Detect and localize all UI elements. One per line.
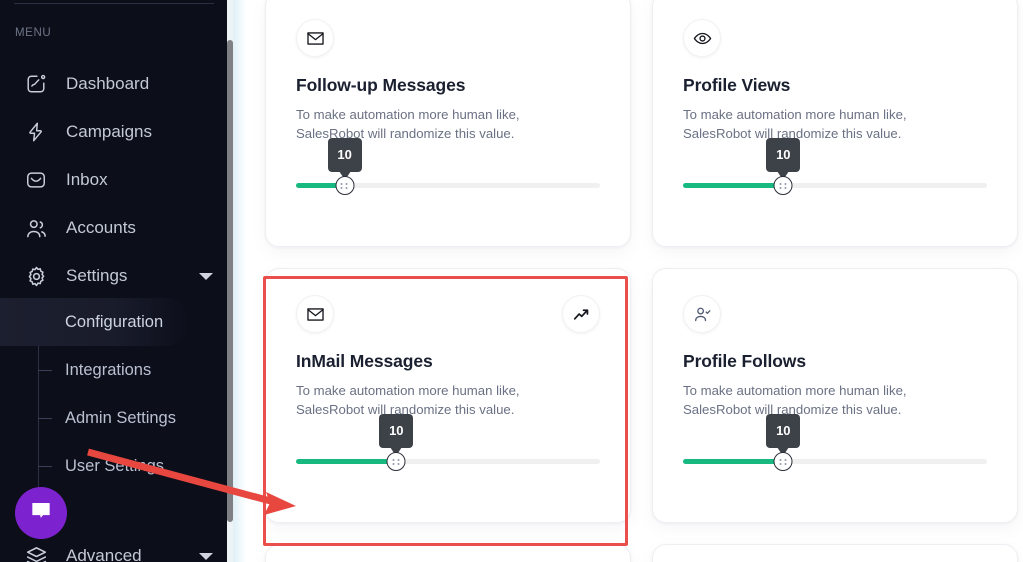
card-title: Profile Follows bbox=[683, 351, 806, 371]
chat-widget-button[interactable] bbox=[15, 487, 67, 539]
layers-icon bbox=[23, 545, 49, 562]
slider-value-bubble: 10 bbox=[379, 414, 414, 456]
sidebar: MENU Dashboard Campaigns Inbox Accounts … bbox=[0, 0, 227, 562]
users-icon bbox=[23, 215, 49, 241]
randomize-slider[interactable]: 10 bbox=[296, 114, 600, 204]
sidebar-item-campaigns[interactable]: Campaigns bbox=[0, 108, 227, 156]
slider-thumb[interactable] bbox=[773, 452, 793, 471]
sidebar-submenu-settings: Configuration Integrations Admin Setting… bbox=[0, 298, 227, 496]
slider-track[interactable] bbox=[683, 459, 987, 464]
slider-thumb[interactable] bbox=[386, 452, 406, 471]
slider-value: 10 bbox=[389, 423, 404, 438]
card-follow-up-messages[interactable]: Follow-up Messages To make automation mo… bbox=[265, 0, 631, 247]
app-window: MENU Dashboard Campaigns Inbox Accounts … bbox=[0, 0, 1023, 562]
card-inmail-messages[interactable]: InMail Messages To make automation more … bbox=[265, 268, 631, 523]
sidebar-item-configuration[interactable]: Configuration bbox=[0, 298, 190, 346]
sidebar-item-label: Accounts bbox=[66, 218, 136, 237]
sidebar-divider bbox=[14, 3, 214, 4]
chevron-down-icon[interactable] bbox=[199, 273, 213, 280]
trending-up-icon[interactable] bbox=[562, 295, 600, 333]
content-gutter bbox=[233, 0, 246, 562]
envelope-icon bbox=[296, 295, 334, 333]
chevron-down-icon[interactable] bbox=[199, 553, 213, 560]
sidebar-item-label: Settings bbox=[66, 266, 128, 285]
card-next-row-right[interactable] bbox=[652, 544, 1018, 562]
submenu-dash-icon bbox=[38, 466, 52, 467]
grip-icon bbox=[340, 182, 349, 189]
sidebar-item-integrations[interactable]: Integrations bbox=[0, 346, 227, 394]
bolt-icon bbox=[23, 119, 49, 145]
sidebar-nav-list: Dashboard Campaigns Inbox Accounts Setti… bbox=[0, 60, 227, 300]
user-check-icon bbox=[683, 295, 721, 333]
sidebar-item-inbox[interactable]: Inbox bbox=[0, 156, 227, 204]
grip-icon bbox=[392, 458, 400, 465]
chat-bubble-icon bbox=[28, 498, 54, 529]
slider-thumb[interactable] bbox=[335, 176, 355, 195]
slider-value-bubble: 10 bbox=[327, 138, 362, 180]
envelope-icon bbox=[296, 19, 334, 57]
dashboard-icon bbox=[23, 71, 49, 97]
randomize-slider[interactable]: 10 bbox=[683, 390, 987, 480]
sidebar-item-label: Dashboard bbox=[66, 74, 150, 93]
sidebar-item-admin-settings[interactable]: Admin Settings bbox=[0, 394, 227, 442]
slider-value: 10 bbox=[776, 423, 791, 438]
card-next-row-left[interactable] bbox=[265, 544, 631, 562]
slider-track[interactable] bbox=[683, 183, 987, 188]
sidebar-section-label: MENU bbox=[15, 27, 52, 39]
sidebar-item-label: Advanced bbox=[66, 546, 142, 562]
main-content: Follow-up Messages To make automation mo… bbox=[246, 0, 1023, 562]
scrollbar-thumb[interactable] bbox=[227, 40, 233, 522]
inbox-icon bbox=[23, 167, 49, 193]
randomize-slider[interactable]: 10 bbox=[683, 114, 987, 204]
grip-icon bbox=[779, 182, 787, 189]
sidebar-item-label: Admin Settings bbox=[65, 408, 176, 427]
randomize-slider[interactable]: 10 bbox=[296, 390, 600, 480]
slider-thumb[interactable] bbox=[773, 176, 793, 195]
submenu-dash-icon bbox=[38, 370, 52, 371]
sidebar-scrollbar[interactable] bbox=[227, 0, 233, 562]
sidebar-item-settings[interactable]: Settings bbox=[0, 252, 227, 300]
sidebar-item-label: Integrations bbox=[65, 360, 152, 379]
slider-value-bubble: 10 bbox=[766, 138, 801, 180]
card-title: Profile Views bbox=[683, 75, 791, 95]
submenu-dash-icon bbox=[38, 418, 52, 419]
sidebar-item-dashboard[interactable]: Dashboard bbox=[0, 60, 227, 108]
slider-track[interactable] bbox=[296, 459, 600, 464]
settings-card-grid: Follow-up Messages To make automation mo… bbox=[246, 0, 1023, 562]
slider-value: 10 bbox=[776, 147, 791, 162]
sidebar-item-label: Campaigns bbox=[66, 122, 152, 141]
sidebar-item-label: Inbox bbox=[66, 170, 108, 189]
gear-icon bbox=[23, 263, 49, 289]
slider-value-bubble: 10 bbox=[766, 414, 801, 456]
sidebar-item-label: Configuration bbox=[65, 312, 164, 331]
slider-fill bbox=[683, 183, 784, 188]
card-title: InMail Messages bbox=[296, 351, 433, 371]
sidebar-item-accounts[interactable]: Accounts bbox=[0, 204, 227, 252]
eye-icon bbox=[683, 19, 721, 57]
card-profile-follows[interactable]: Profile Follows To make automation more … bbox=[652, 268, 1018, 523]
sidebar-item-label: User Settings bbox=[65, 456, 165, 475]
slider-fill bbox=[296, 459, 397, 464]
grip-icon bbox=[779, 458, 787, 465]
sidebar-item-user-settings[interactable]: User Settings bbox=[0, 442, 227, 490]
slider-fill bbox=[683, 459, 784, 464]
slider-value: 10 bbox=[337, 147, 352, 162]
card-title: Follow-up Messages bbox=[296, 75, 466, 95]
card-profile-views[interactable]: Profile Views To make automation more hu… bbox=[652, 0, 1018, 247]
